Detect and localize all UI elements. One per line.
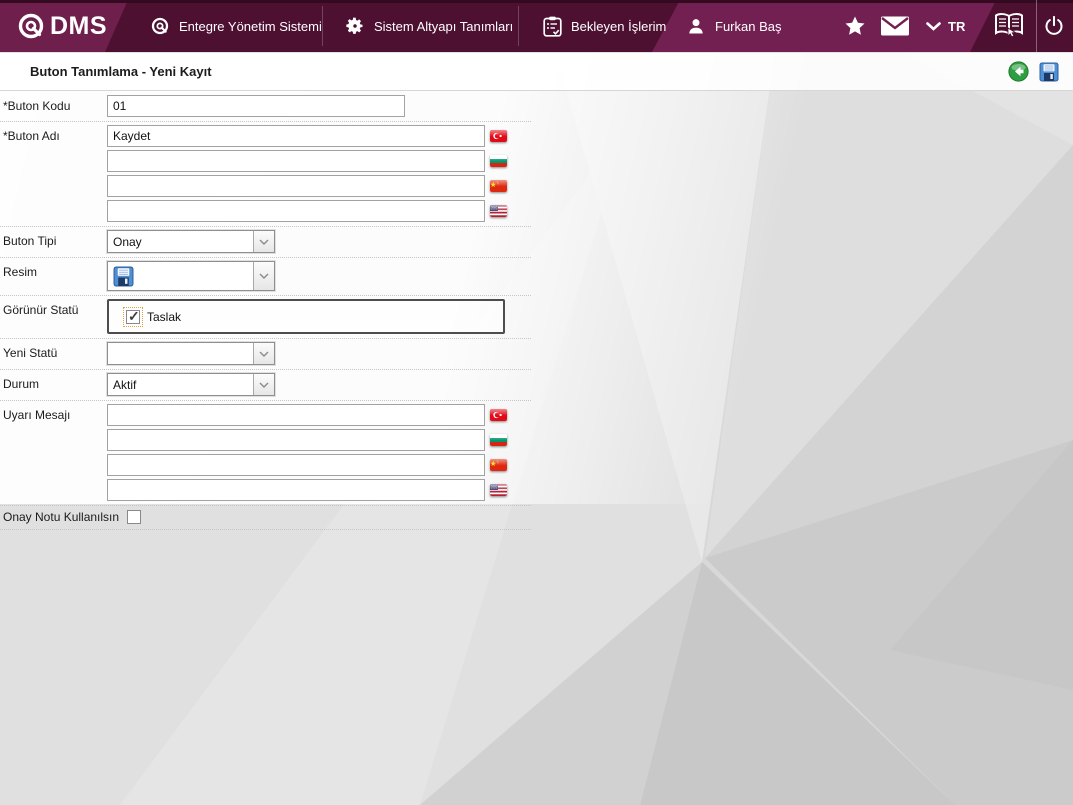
turkey-flag-icon <box>490 130 507 142</box>
power-icon <box>1043 15 1065 37</box>
field-buton-adi: *Buton Adı <box>0 122 531 227</box>
save-floppy-icon <box>1039 62 1059 82</box>
star-icon <box>843 14 867 38</box>
buton-adi-input-bg[interactable] <box>107 150 485 172</box>
field-label: *Buton Kodu <box>3 99 71 113</box>
onay-notu-checkbox[interactable] <box>127 510 142 524</box>
toolbar-actions <box>1007 61 1073 83</box>
uyari-mesaji-input-tr[interactable] <box>107 404 485 426</box>
field-label: Onay Notu Kullanılsın <box>3 510 120 524</box>
field-buton-tipi: Buton Tipi Onay <box>0 227 531 258</box>
bulgaria-flag-icon <box>490 155 507 167</box>
nav-divider <box>1036 0 1037 52</box>
buton-adi-input-tr[interactable] <box>107 125 485 147</box>
taslak-checkbox[interactable] <box>123 306 143 327</box>
usa-flag-icon <box>490 484 507 496</box>
mail-icon <box>880 15 910 37</box>
clipboard-check-icon <box>543 16 562 37</box>
qdms-ring-icon <box>150 16 170 36</box>
bulgaria-flag-icon <box>490 434 507 446</box>
favorites-button[interactable] <box>843 0 867 52</box>
messages-button[interactable] <box>880 0 910 52</box>
field-resim: Resim <box>0 258 531 296</box>
buton-adi-input-us[interactable] <box>107 200 485 222</box>
yeni-statu-select[interactable] <box>107 342 275 365</box>
nav-separator <box>322 6 323 46</box>
page-toolbar: Buton Tanımlama - Yeni Kayıt <box>0 52 1073 91</box>
selected-image <box>108 266 253 287</box>
buton-kodu-input[interactable] <box>107 95 405 117</box>
turkey-flag-icon <box>490 409 507 421</box>
qdms-app: { "navbar": { "logo_text": "DMS", "menu"… <box>0 0 1073 805</box>
uyari-mesaji-input-cn[interactable] <box>107 454 485 476</box>
field-label: *Buton Adı <box>3 129 60 143</box>
selected-value: Aktif <box>113 377 137 392</box>
field-buton-kodu: *Buton Kodu <box>0 92 531 122</box>
chevron-down-icon <box>253 231 274 252</box>
help-book-icon <box>993 12 1025 40</box>
china-flag-icon <box>490 180 507 192</box>
uyari-mesaji-input-us[interactable] <box>107 479 485 501</box>
field-yeni-statu: Yeni Statü <box>0 339 531 370</box>
nav-item-label: Bekleyen İşlerim <box>571 18 667 34</box>
field-label: Görünür Statü <box>3 303 79 317</box>
resim-select[interactable] <box>107 261 275 291</box>
usa-flag-icon <box>490 205 507 217</box>
field-gorunur-statu: Görünür Statü Taslak <box>0 296 531 339</box>
save-button[interactable] <box>1038 61 1060 83</box>
field-label: Resim <box>3 265 38 279</box>
field-label: Durum <box>3 377 40 391</box>
user-menu[interactable]: Furkan Baş <box>686 0 781 52</box>
logo-text: DMS <box>50 11 108 40</box>
buton-tipi-select[interactable]: Onay <box>107 230 275 253</box>
gear-icon <box>345 16 365 36</box>
user-name: Furkan Baş <box>715 18 782 34</box>
nav-item-label: Sistem Altyapı Tanımları <box>374 18 514 34</box>
user-icon <box>686 16 706 36</box>
selected-value: Onay <box>113 234 142 249</box>
chevron-down-icon <box>926 21 941 31</box>
back-circle-icon <box>1007 61 1029 82</box>
language-selector[interactable]: TR <box>926 0 965 52</box>
field-durum: Durum Aktif <box>0 370 531 401</box>
language-code: TR <box>948 18 966 34</box>
nav-item-label: Entegre Yönetim Sistemi <box>179 18 322 34</box>
nav-item-sistem-altyapi[interactable]: Sistem Altyapı Tanımları <box>345 0 513 52</box>
qdms-logo[interactable]: DMS <box>16 0 107 52</box>
button-definition-form: *Buton Kodu *Buton Adı <box>0 92 531 530</box>
nav-item-entegre-yonetim[interactable]: Entegre Yönetim Sistemi <box>150 0 322 52</box>
buton-adi-input-cn[interactable] <box>107 175 485 197</box>
nav-separator <box>518 6 519 46</box>
top-navbar: DMS Entegre Yönetim Sistemi Sistem Altya… <box>0 0 1073 52</box>
help-docs-button[interactable] <box>993 0 1025 52</box>
durum-select[interactable]: Aktif <box>107 373 275 396</box>
visible-status-box: Taslak <box>107 299 505 334</box>
uyari-mesaji-input-bg[interactable] <box>107 429 485 451</box>
nav-item-bekleyen-islerim[interactable]: Bekleyen İşlerim <box>543 0 666 52</box>
field-label: Buton Tipi <box>3 234 57 248</box>
field-onay-notu: Onay Notu Kullanılsın <box>0 506 531 530</box>
china-flag-icon <box>490 459 507 471</box>
chevron-down-icon <box>253 343 274 364</box>
back-button[interactable] <box>1007 61 1029 83</box>
field-label: Uyarı Mesajı <box>3 408 71 422</box>
logout-button[interactable] <box>1043 0 1065 52</box>
taslak-checkbox-label: Taslak <box>147 309 182 324</box>
field-label: Yeni Statü <box>3 346 58 360</box>
field-uyari-mesaji: Uyarı Mesajı <box>0 401 531 506</box>
page-title: Buton Tanımlama - Yeni Kayıt <box>30 64 212 79</box>
chevron-down-icon <box>253 262 274 290</box>
save-floppy-icon <box>113 266 134 287</box>
chevron-down-icon <box>253 374 274 395</box>
qdms-ring-icon <box>16 11 46 41</box>
